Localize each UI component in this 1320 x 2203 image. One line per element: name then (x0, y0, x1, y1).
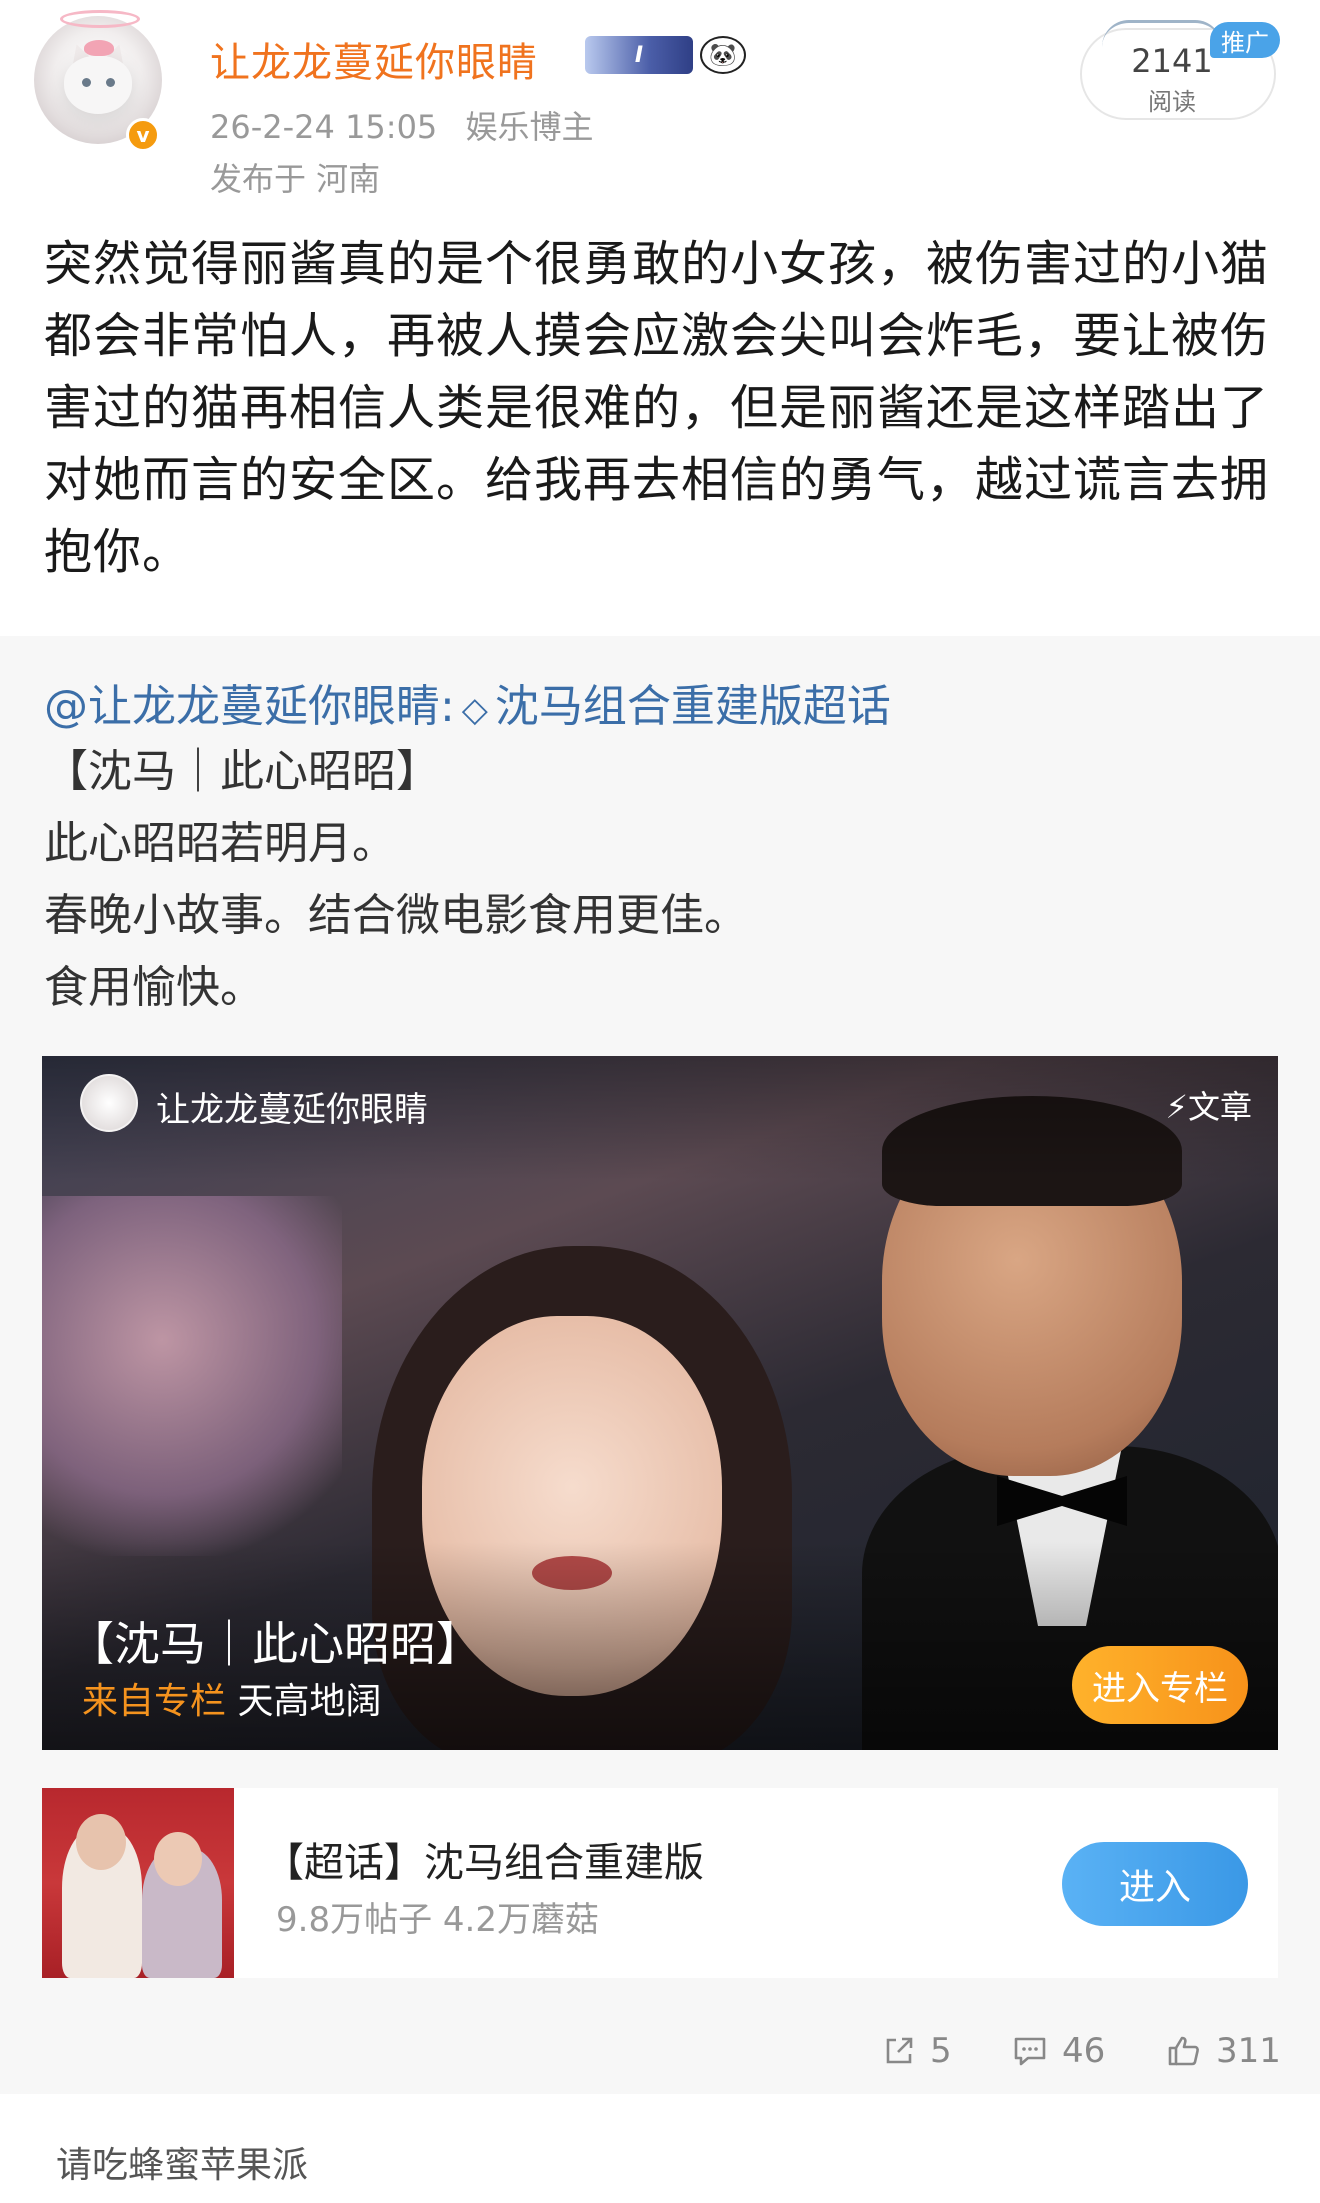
article-type: ⚡文章 (1166, 1082, 1252, 1128)
thumbnail-person-1-head (76, 1814, 126, 1870)
topic-link[interactable]: 沈马组合重建版超话 (495, 681, 891, 732)
diamond-icon: ◇ (461, 690, 488, 730)
comment-icon (1014, 2037, 1046, 2066)
repost-header: @让龙龙蔓延你眼睛: ◇ 沈马组合重建版超话 (44, 670, 891, 734)
repost-line: 春晚小故事。结合微电影食用更佳。 (44, 890, 748, 941)
level-badge-icon[interactable]: I (585, 36, 693, 74)
super-topic-card[interactable]: 【超话】沈马组合重建版 9.8万帖子 4.2万蘑菇 进入 (42, 1788, 1278, 1978)
avatar-cat-eye-right (106, 78, 115, 87)
comment-button[interactable]: 46 (1012, 2026, 1105, 2076)
source-label: 来自专栏 (82, 1681, 227, 1722)
like-icon (1168, 2036, 1199, 2066)
user-avatar[interactable]: v (30, 10, 172, 152)
promo-tag: 推广 (1210, 22, 1280, 58)
panda-badge-icon[interactable]: 🐼 (700, 36, 746, 74)
username[interactable]: 让龙龙蔓延你眼睛 (210, 30, 538, 88)
article-author-avatar (80, 1074, 138, 1132)
article-title: 【沈马｜此心昭昭】 (68, 1617, 482, 1671)
article-source: 来自专栏 天高地阔 (82, 1672, 381, 1724)
user-tag: 娱乐博主 (465, 108, 594, 146)
like-button[interactable]: 311 (1166, 2026, 1281, 2076)
read-label: 阅读 (1148, 88, 1196, 116)
source-name: 天高地阔 (237, 1681, 382, 1722)
enter-topic-button[interactable]: 进入 (1062, 1842, 1248, 1926)
article-card[interactable]: 让龙龙蔓延你眼睛 ⚡文章 【沈马｜此心昭昭】 来自专栏 天高地阔 进入专栏 (42, 1056, 1278, 1750)
repost-line: 食用愉快。 (44, 962, 264, 1013)
thumbnail-person-2-head (154, 1832, 202, 1886)
halo-icon (60, 10, 140, 28)
comment-text: 请吃蜂蜜苹果派 (56, 2145, 309, 2186)
mention-link[interactable]: @让龙龙蔓延你眼睛: (44, 681, 455, 732)
article-author-name: 让龙龙蔓延你眼睛 (156, 1090, 428, 1130)
post-location: 发布于 河南 (210, 160, 381, 198)
topic-stats: 9.8万帖子 4.2万蘑菇 (276, 1900, 599, 1940)
repost-line: 【沈马｜此心昭昭】 (44, 746, 440, 797)
verified-badge-icon: v (126, 118, 160, 152)
share-button[interactable]: 5 (882, 2026, 952, 2076)
repost-line: 此心昭昭若明月。 (44, 818, 396, 869)
post-text: 突然觉得丽酱真的是个很勇敢的小女孩，被伤害过的小猫都会非常怕人，再被人摸会应激会… (44, 236, 1270, 580)
avatar-cat-face (64, 56, 132, 114)
enter-column-button[interactable]: 进入专栏 (1072, 1646, 1248, 1724)
comment-count: 46 (1062, 2031, 1106, 2071)
share-count: 5 (930, 2031, 952, 2071)
repost-text: 【沈马｜此心昭昭】 此心昭昭若明月。 春晚小故事。结合微电影食用更佳。 食用愉快… (44, 736, 748, 1024)
post-meta: 26-2-24 15:05 娱乐博主 (210, 102, 593, 148)
article-type-label: 文章 (1187, 1088, 1252, 1126)
avatar-cat-eye-left (82, 78, 91, 87)
like-count: 311 (1216, 2031, 1281, 2071)
avatar-pink-bow (84, 40, 114, 56)
topic-title: 【超话】沈马组合重建版 (264, 1840, 704, 1886)
post-header: v 让龙龙蔓延你眼睛 I 🐼 26-2-24 15:05 娱乐博主 发布于 河南… (0, 0, 1320, 200)
comment-preview[interactable]: 请吃蜂蜜苹果派 (0, 2094, 1320, 2203)
post-time: 26-2-24 15:05 (210, 108, 438, 146)
reposted-content[interactable]: @让龙龙蔓延你眼睛: ◇ 沈马组合重建版超话 【沈马｜此心昭昭】 此心昭昭若明月。 … (0, 636, 1320, 2094)
topic-thumbnail (42, 1788, 234, 1978)
lightning-icon: ⚡ (1165, 1088, 1188, 1126)
share-icon (886, 2037, 913, 2064)
